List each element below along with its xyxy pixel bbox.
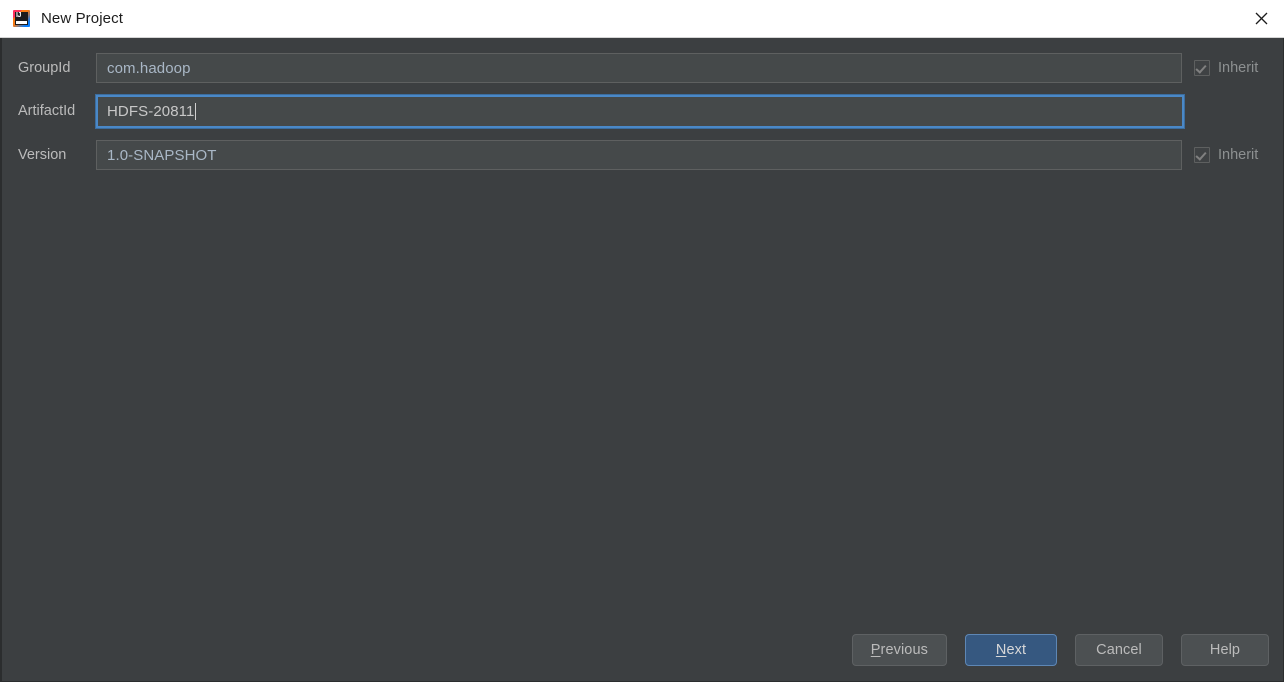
dialog-button-bar: Previous Next Cancel Help — [851, 634, 1269, 666]
artifactid-label: ArtifactId — [18, 103, 76, 119]
text-caret — [195, 102, 197, 120]
version-inherit-checkbox[interactable] — [1194, 147, 1210, 163]
previous-mnemonic: P — [870, 642, 881, 658]
groupid-input[interactable]: com.hadoop — [96, 53, 1182, 83]
groupid-inherit-checkbox[interactable] — [1194, 60, 1210, 76]
new-project-dialog: IJ New Project GroupId com.hadoop Inheri… — [0, 0, 1284, 682]
previous-button[interactable]: Previous — [851, 634, 947, 666]
version-inherit-group[interactable]: Inherit — [1194, 147, 1258, 163]
dialog-content: GroupId com.hadoop Inherit ArtifactId HD… — [2, 38, 1283, 681]
next-label-rest: ext — [1006, 642, 1027, 658]
groupid-label: GroupId — [18, 60, 71, 76]
field-row-artifactid: ArtifactId HDFS-20811 — [2, 93, 1283, 129]
dialog-title: New Project — [41, 10, 123, 27]
version-inherit-label: Inherit — [1218, 147, 1259, 163]
field-row-groupid: GroupId com.hadoop Inherit — [2, 53, 1283, 83]
intellij-idea-icon: IJ — [13, 10, 30, 27]
icon-label: IJ — [16, 12, 21, 19]
version-label: Version — [18, 147, 67, 163]
check-icon — [1195, 62, 1207, 74]
check-icon — [1195, 149, 1207, 161]
close-button[interactable] — [1238, 0, 1284, 37]
field-row-version: Version 1.0-SNAPSHOT Inherit — [2, 140, 1283, 170]
close-icon — [1255, 12, 1267, 25]
next-button[interactable]: Next — [965, 634, 1057, 666]
groupid-inherit-group[interactable]: Inherit — [1194, 60, 1258, 76]
cancel-button[interactable]: Cancel — [1075, 634, 1163, 666]
next-mnemonic: N — [995, 642, 1007, 658]
groupid-inherit-label: Inherit — [1218, 60, 1259, 76]
help-button[interactable]: Help — [1181, 634, 1269, 666]
previous-label-rest: revious — [880, 642, 928, 658]
icon-bar — [16, 21, 27, 24]
artifactid-value: HDFS-20811 — [107, 102, 195, 120]
artifactid-input[interactable]: HDFS-20811 — [95, 93, 1185, 129]
version-input[interactable]: 1.0-SNAPSHOT — [96, 140, 1182, 170]
dialog-titlebar: IJ New Project — [0, 0, 1284, 38]
